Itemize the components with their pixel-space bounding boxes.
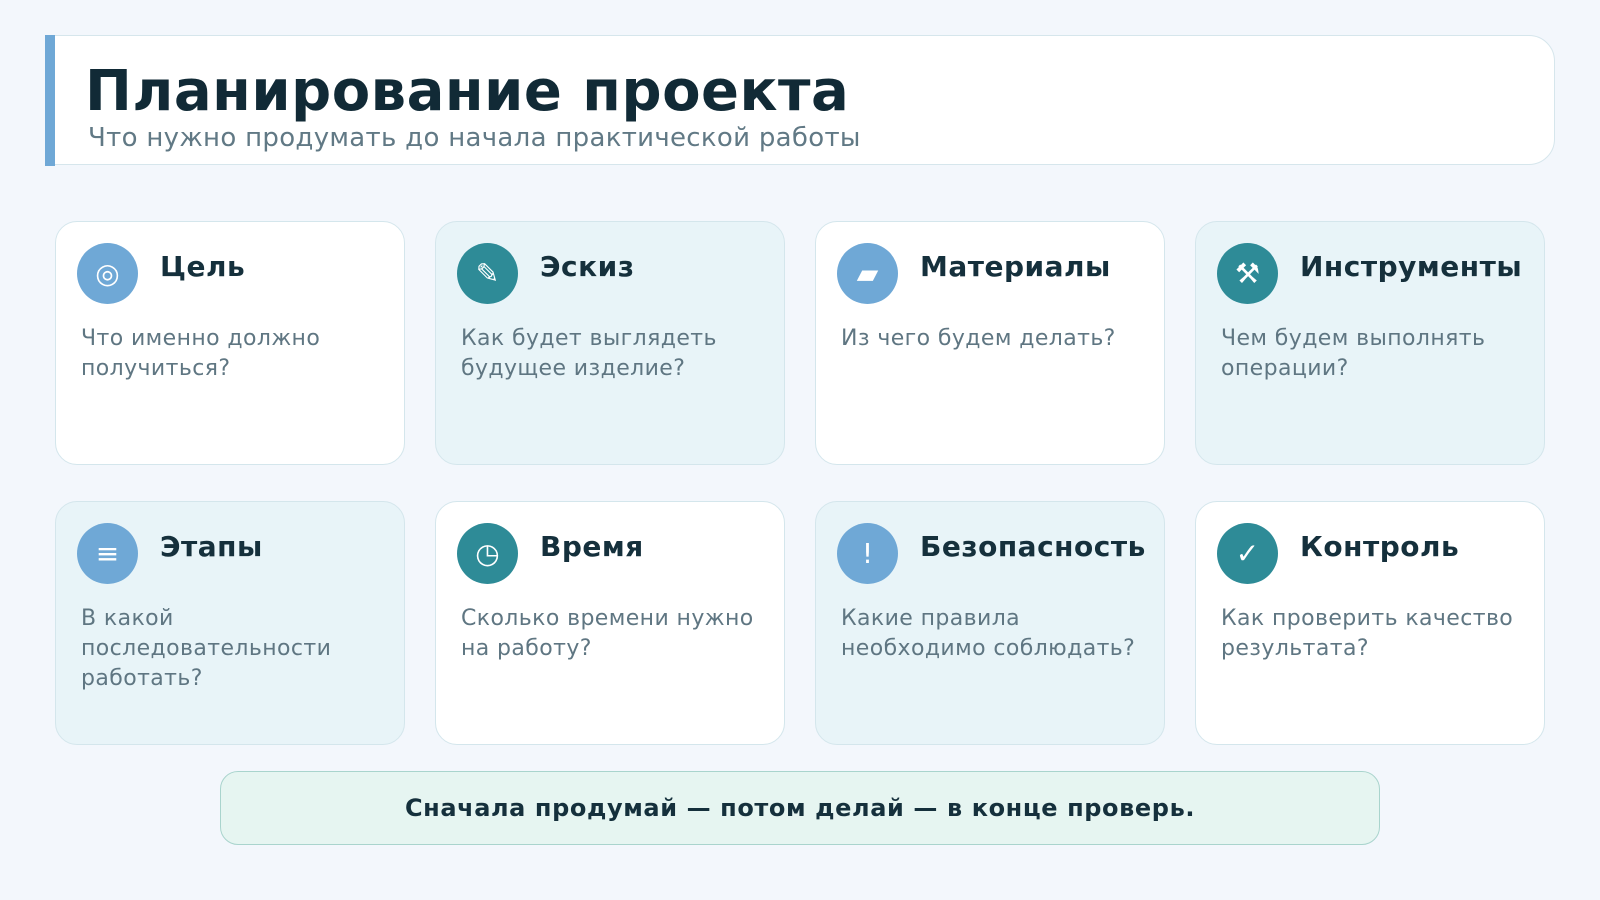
card-materials: ▰ Материалы Из чего будем делать? bbox=[815, 221, 1165, 465]
card-safety: ! Безопасность Какие правила необходимо … bbox=[815, 501, 1165, 745]
list-icon: ≡ bbox=[77, 523, 138, 584]
card-text: Из чего будем делать? bbox=[841, 326, 1116, 351]
card-text: Какие правила необходимо соблюдать? bbox=[841, 606, 1136, 661]
page-title: Планирование проекта bbox=[85, 59, 850, 124]
card-text: Как проверить качество результата? bbox=[1221, 606, 1514, 661]
pencil-icon: ✎ bbox=[457, 243, 518, 304]
card-text: В какой последовательности работать? bbox=[81, 606, 332, 691]
card-text: Как будет выглядеть будущее изделие? bbox=[461, 326, 717, 381]
card-title: Цель bbox=[160, 250, 246, 283]
card-title: Эскиз bbox=[540, 250, 635, 283]
card-text: Что именно должно получиться? bbox=[81, 326, 321, 381]
material-icon: ▰ bbox=[837, 243, 898, 304]
check-icon: ✓ bbox=[1217, 523, 1278, 584]
card-control: ✓ Контроль Как проверить качество резуль… bbox=[1195, 501, 1545, 745]
target-icon: ◎ bbox=[77, 243, 138, 304]
footer-note: Сначала продумай — потом делай — в конце… bbox=[220, 771, 1380, 845]
card-tools: ⚒ Инструменты Чем будем выполнять операц… bbox=[1195, 221, 1545, 465]
card-goal: ◎ Цель Что именно должно получиться? bbox=[55, 221, 405, 465]
card-title: Время bbox=[540, 530, 644, 563]
card-title: Контроль bbox=[1300, 530, 1460, 563]
card-text: Чем будем выполнять операции? bbox=[1221, 326, 1486, 381]
card-time: ◷ Время Сколько времени нужно на работу? bbox=[435, 501, 785, 745]
header-accent-bar bbox=[45, 35, 55, 166]
clock-icon: ◷ bbox=[457, 523, 518, 584]
card-sketch: ✎ Эскиз Как будет выглядеть будущее изде… bbox=[435, 221, 785, 465]
tools-icon: ⚒ bbox=[1217, 243, 1278, 304]
card-title: Материалы bbox=[920, 250, 1111, 283]
card-text: Сколько времени нужно на работу? bbox=[461, 606, 754, 661]
card-title: Инструменты bbox=[1300, 250, 1523, 283]
card-title: Этапы bbox=[160, 530, 263, 563]
warning-icon: ! bbox=[837, 523, 898, 584]
card-title: Безопасность bbox=[920, 530, 1146, 563]
card-stages: ≡ Этапы В какой последовательности работ… bbox=[55, 501, 405, 745]
page-subtitle: Что нужно продумать до начала практическ… bbox=[88, 123, 861, 153]
